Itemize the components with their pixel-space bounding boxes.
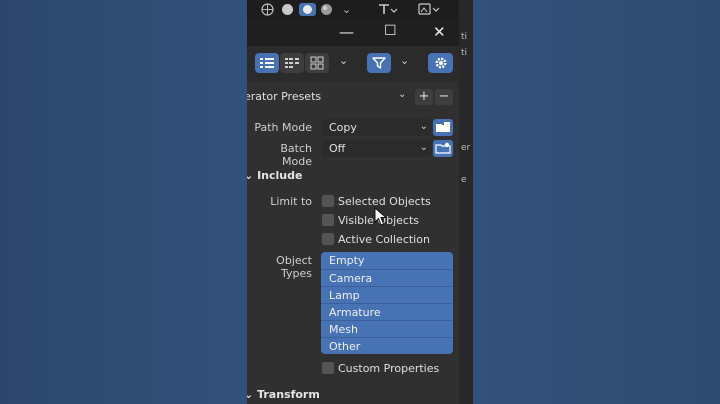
viewport-header-strip: ⌄ <box>247 0 473 20</box>
object-type-label: Empty <box>329 254 365 267</box>
batch-mode-label: Batch Mode <box>280 142 312 168</box>
checkbox-box <box>322 195 334 207</box>
side-text-2: ti <box>461 48 468 58</box>
include-section-title: Include <box>257 169 303 182</box>
globe-icon[interactable] <box>261 3 274 19</box>
chevron-down-icon[interactable]: ⌄ <box>342 3 351 16</box>
file-browser-window: ⌄ — ☐ ✕ ⌄ ⌄ ti ti er e erator Presets ⌄ … <box>247 0 473 404</box>
list-horizontal-icon[interactable] <box>280 53 304 73</box>
object-type-label: Armature <box>329 306 381 319</box>
filter-icon[interactable] <box>367 53 391 73</box>
close-button[interactable]: ✕ <box>433 23 446 41</box>
operator-presets-label: erator Presets <box>247 90 322 103</box>
material-sphere-icon[interactable] <box>299 3 316 19</box>
maximize-button[interactable]: ☐ <box>384 23 397 39</box>
checkbox-box <box>322 362 334 374</box>
file-browser-toolbar: ⌄ ⌄ <box>247 46 459 82</box>
path-mode-value: Copy <box>329 121 357 134</box>
operator-presets-dropdown[interactable]: erator Presets ⌄ <box>247 89 417 105</box>
object-type-mesh-toggle[interactable]: Mesh <box>321 320 453 338</box>
export-settings-panel: erator Presets ⌄ + − Path Mode Copy ⌄ Ba… <box>247 82 459 404</box>
object-type-lamp-toggle[interactable]: Lamp <box>321 286 453 304</box>
custom-properties-label: Custom Properties <box>338 362 440 375</box>
transform-icon[interactable] <box>378 3 398 18</box>
desktop-background-left <box>0 0 247 404</box>
object-type-empty-toggle[interactable]: Empty <box>321 252 453 269</box>
side-panel-strip: ti ti er e <box>459 0 473 404</box>
object-type-label: Lamp <box>329 289 360 302</box>
path-mode-folder-icon[interactable] <box>433 119 453 136</box>
remove-preset-button[interactable]: − <box>435 89 453 105</box>
expand-arrow-icon: ⌄ <box>247 388 254 401</box>
object-type-camera-toggle[interactable]: Camera <box>321 269 453 287</box>
batch-mode-select[interactable]: Off ⌄ <box>322 140 432 157</box>
batch-mode-collection-icon[interactable] <box>433 140 453 157</box>
object-type-label: Camera <box>329 272 373 285</box>
filter-chevron-icon[interactable]: ⌄ <box>400 54 409 67</box>
object-types-list: Empty Camera Lamp Armature Mesh Other <box>321 252 453 354</box>
chevron-down-icon: ⌄ <box>419 142 428 153</box>
checkbox-box <box>322 233 334 245</box>
chevron-down-icon: ⌄ <box>419 121 428 132</box>
checkbox-box <box>322 214 334 226</box>
add-preset-button[interactable]: + <box>415 89 433 105</box>
display-mode-chevron-icon[interactable]: ⌄ <box>339 54 348 67</box>
side-text-1: ti <box>461 32 468 42</box>
object-type-label: Mesh <box>329 323 358 336</box>
gear-icon[interactable] <box>428 53 453 73</box>
object-types-label: Object Types <box>276 254 312 280</box>
window-title-bar: — ☐ ✕ <box>247 20 459 46</box>
expand-arrow-icon: ⌄ <box>247 169 254 182</box>
batch-mode-value: Off <box>329 142 346 155</box>
limit-to-label: Limit to <box>270 195 312 208</box>
transform-section-title: Transform <box>257 388 320 401</box>
path-mode-select[interactable]: Copy ⌄ <box>322 119 432 136</box>
side-text-4: e <box>461 175 467 185</box>
rendered-sphere-icon[interactable] <box>320 3 333 19</box>
desktop-background-right <box>473 0 720 404</box>
include-section-header[interactable]: ⌄ Include <box>247 169 302 182</box>
image-icon[interactable] <box>418 3 440 18</box>
path-mode-label: Path Mode <box>254 121 312 134</box>
minimize-button[interactable]: — <box>339 23 354 41</box>
object-type-other-toggle[interactable]: Other <box>321 337 453 354</box>
mouse-cursor-icon <box>374 207 388 226</box>
list-vertical-icon[interactable] <box>255 53 279 73</box>
object-type-label: Other <box>329 340 361 353</box>
solid-sphere-icon[interactable] <box>281 3 294 19</box>
grid-thumbnails-icon[interactable] <box>305 53 329 73</box>
chevron-down-icon: ⌄ <box>398 89 407 100</box>
transform-section-header[interactable]: ⌄ Transform <box>247 388 320 401</box>
active-collection-label: Active Collection <box>338 233 430 246</box>
side-text-3: er <box>461 143 471 153</box>
object-type-armature-toggle[interactable]: Armature <box>321 303 453 321</box>
